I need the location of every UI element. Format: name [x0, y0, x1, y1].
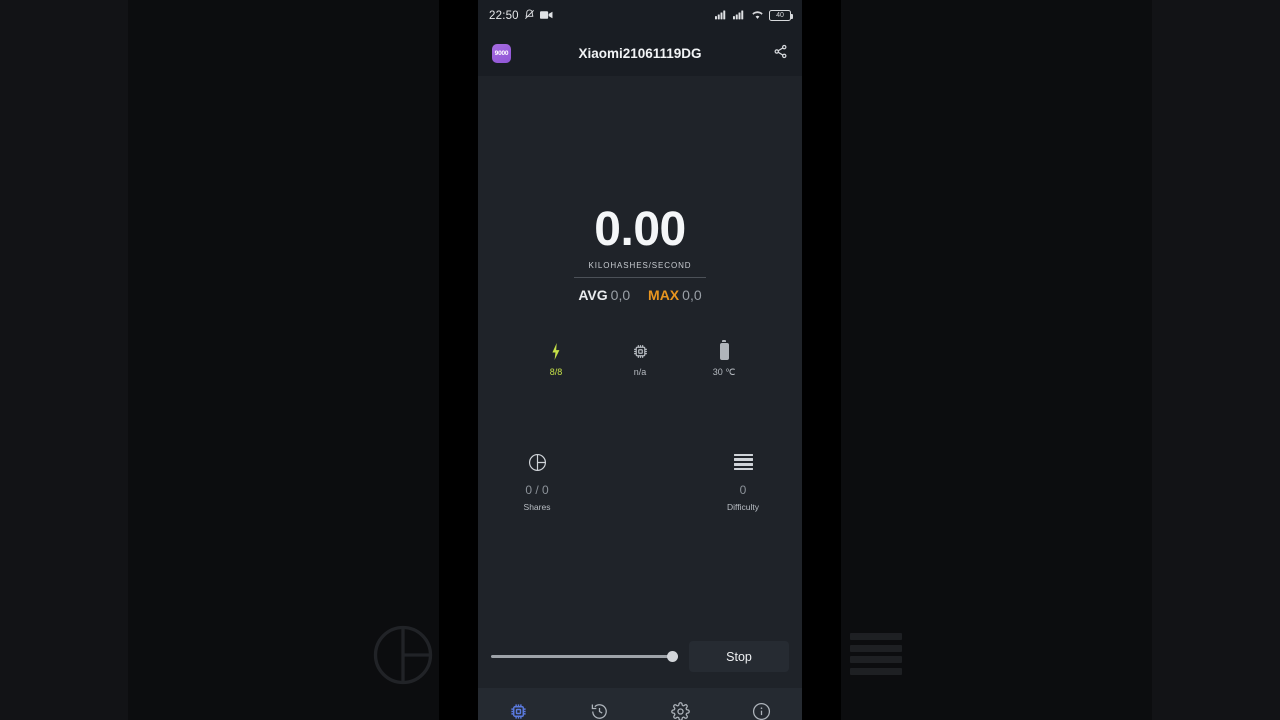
- threads-slider[interactable]: [491, 648, 678, 666]
- hashrate-unit: KILOHASHES/SECOND: [588, 261, 692, 270]
- bell-muted-icon: [524, 7, 535, 25]
- signal-bars-icon: [715, 7, 728, 25]
- pie-chart-icon: [370, 622, 436, 688]
- shares-value: 0 / 0: [525, 483, 549, 497]
- nav-item-settings[interactable]: [659, 696, 703, 720]
- stat-temperature-value: 30 ℃: [712, 367, 736, 377]
- max-value: 0,0: [682, 287, 702, 303]
- backdrop-inner-right: [841, 0, 1152, 720]
- mining-stats-row: 0 / 0 Shares 0 Difficulty: [478, 452, 802, 512]
- stacked-bars-icon: [703, 452, 783, 472]
- phone-viewport: 22:50 40 9000 Xiaomi21061119DG 0.00 KILO…: [478, 0, 802, 720]
- slider-thumb[interactable]: [667, 651, 678, 662]
- avg-group: AVG 0,0: [578, 287, 634, 303]
- divider: [574, 277, 706, 278]
- nav-item-about[interactable]: [740, 696, 784, 720]
- main-content: 0.00 KILOHASHES/SECOND AVG 0,0 MAX 0,0 8…: [478, 76, 802, 688]
- battery-status-icon: 40: [769, 10, 793, 21]
- max-group: MAX 0,0: [648, 287, 702, 303]
- signal-bars-icon: [733, 7, 746, 25]
- stat-threads-value: 8/8: [549, 367, 563, 377]
- app-bar: 9000 Xiaomi21061119DG: [478, 31, 802, 76]
- slider-track: [491, 655, 678, 658]
- nav-item-history[interactable]: [578, 696, 622, 720]
- status-time: 22:50: [489, 9, 519, 22]
- screen-root: 22:50 40 9000 Xiaomi21061119DG 0.00 KILO…: [0, 0, 1280, 720]
- battery-temperature-icon: [702, 341, 746, 360]
- pie-chart-icon: [497, 452, 577, 472]
- page-title: Xiaomi21061119DG: [578, 46, 702, 61]
- hashrate-block: 0.00 KILOHASHES/SECOND AVG 0,0 MAX 0,0: [478, 206, 802, 303]
- backdrop-inner-left: [128, 0, 439, 720]
- bottom-nav: [478, 688, 802, 720]
- nav-item-miner[interactable]: [497, 696, 541, 720]
- lightning-bolt-icon: [534, 341, 578, 360]
- controls-row: Stop: [478, 641, 802, 672]
- status-bar: 22:50 40: [478, 0, 802, 31]
- avg-max-row: AVG 0,0 MAX 0,0: [478, 287, 802, 303]
- shares-caption: Shares: [523, 502, 551, 512]
- difficulty-value: 0: [739, 483, 747, 497]
- shares-block: 0 / 0 Shares: [497, 452, 577, 512]
- stat-cpu: n/a: [618, 341, 662, 378]
- avg-value: 0,0: [610, 287, 631, 303]
- app-icon[interactable]: 9000: [492, 44, 511, 63]
- stat-temperature: 30 ℃: [702, 341, 746, 378]
- video-camera-icon: [539, 7, 553, 25]
- cpu-chip-icon: [618, 341, 662, 360]
- max-label: MAX: [648, 287, 680, 303]
- share-icon[interactable]: [773, 44, 788, 64]
- stacked-bars-icon: [850, 633, 902, 675]
- stat-cpu-value: n/a: [633, 367, 647, 377]
- difficulty-caption: Difficulty: [727, 502, 759, 512]
- stat-threads: 8/8: [534, 341, 578, 378]
- stop-button[interactable]: Stop: [689, 641, 789, 672]
- device-stats-row: 8/8 n/a 30 ℃: [478, 341, 802, 378]
- hashrate-value: 0.00: [594, 203, 686, 256]
- wifi-icon: [751, 7, 764, 25]
- difficulty-block: 0 Difficulty: [703, 452, 783, 512]
- battery-level: 40: [776, 12, 784, 19]
- avg-label: AVG: [578, 287, 608, 303]
